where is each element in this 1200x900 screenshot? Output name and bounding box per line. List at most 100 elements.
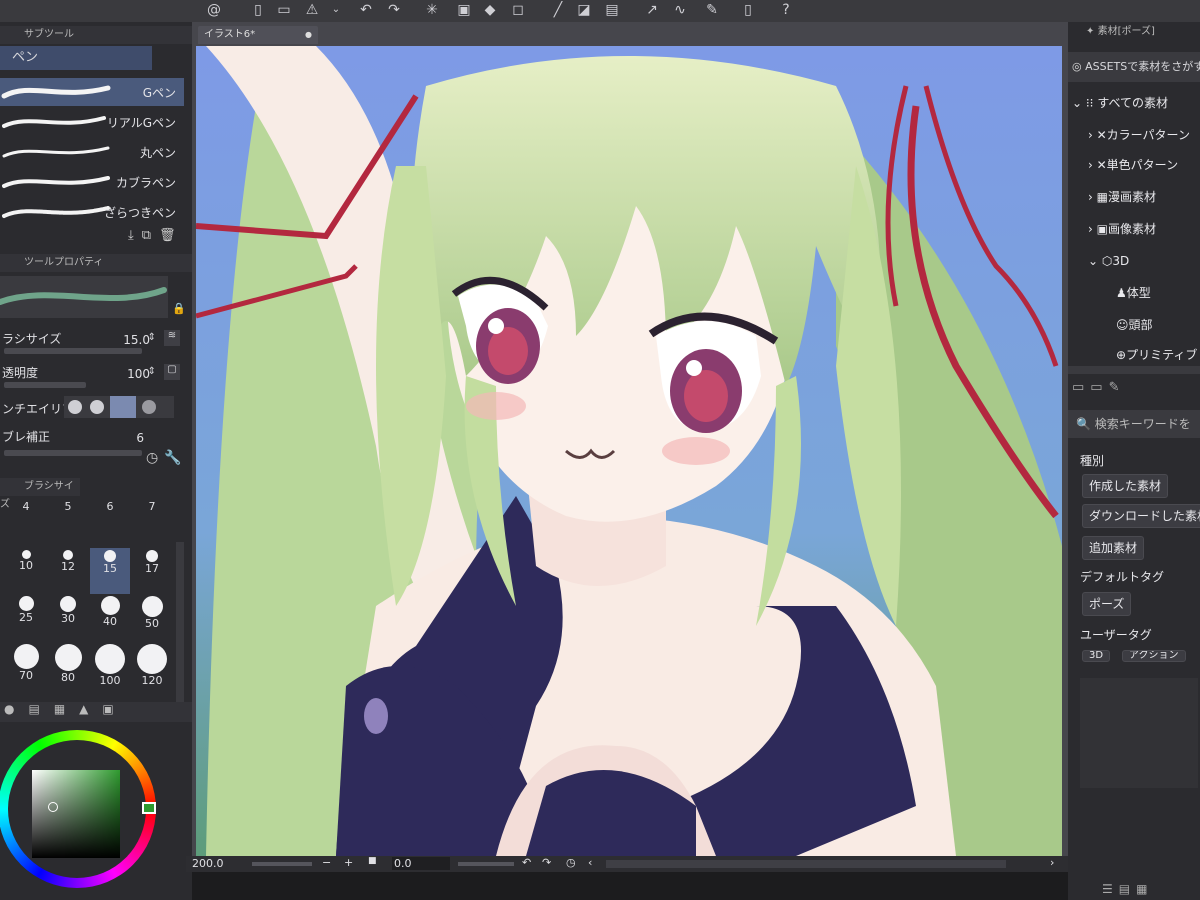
assets-search-button[interactable]: ◎ ASSETSで素材をさがす — [1068, 52, 1200, 82]
redo-icon[interactable]: ↷ — [384, 1, 404, 19]
brush-size-option[interactable]: 40 — [90, 596, 130, 642]
brush-size-row[interactable]: ラシサイズ 15.0 ⇕ ≋ — [0, 328, 184, 358]
illustration-canvas[interactable] — [196, 46, 1062, 856]
hue-handle[interactable] — [142, 802, 156, 814]
color-set-tab-icon[interactable]: ▦ — [54, 702, 79, 716]
zoom-in-icon[interactable]: + — [344, 856, 353, 869]
warning-icon[interactable]: ⚠ — [302, 1, 322, 19]
antialias-strong-icon[interactable] — [142, 400, 156, 414]
brush-item-round-pen[interactable]: 丸ペン — [0, 138, 184, 166]
thumbnail-icon[interactable]: ▤ — [1119, 882, 1136, 896]
created-materials-button[interactable]: 作成した素材 — [1082, 474, 1169, 498]
download-icon[interactable]: ⤓ — [128, 228, 142, 243]
loading-icon[interactable]: ✳ — [422, 1, 442, 19]
rotation-slider[interactable] — [458, 862, 514, 866]
antialias-row[interactable]: ンチエイリアス — [0, 394, 184, 420]
list-view-icon[interactable]: ☰ — [1102, 882, 1119, 896]
trash-icon[interactable]: 🗑 — [159, 228, 184, 243]
brush-size-option[interactable]: 25 — [6, 596, 46, 642]
brush-size-option[interactable]: 15 — [90, 548, 130, 594]
new-icon[interactable]: ▯ — [248, 1, 268, 19]
tree-item-primitive[interactable]: ⊕プリミティブ — [1068, 342, 1200, 368]
tree-item-all-materials[interactable]: ⌄ ⁝⁝ すべての素材 — [1068, 90, 1200, 116]
rotate-left-icon[interactable]: ↶ — [522, 856, 531, 869]
wrench-icon[interactable]: 🔧 — [164, 450, 187, 466]
detail-icon[interactable]: ▦ — [1136, 882, 1153, 896]
tree-item-color-pattern[interactable]: › ✕カラーパターン — [1068, 122, 1200, 148]
brush-size-option[interactable]: 100 — [90, 644, 130, 690]
scroll-right-icon[interactable]: › — [1050, 856, 1054, 869]
scroll-left-icon[interactable]: ‹ — [588, 856, 592, 869]
color-slider-tab-icon[interactable]: ▤ — [28, 702, 53, 716]
tree-item-mono-pattern[interactable]: › ✕単色パターン — [1068, 152, 1200, 178]
brush-size-option[interactable]: 120 — [132, 644, 172, 690]
pressure-toggle-icon[interactable]: ≋ — [164, 330, 180, 346]
fit-icon[interactable]: ■ — [368, 856, 377, 866]
color-wheel[interactable] — [0, 730, 156, 888]
brush-size-option[interactable]: 4 — [6, 500, 46, 546]
zoom-slider[interactable] — [252, 862, 312, 866]
brush-size-value[interactable]: 15.0 — [123, 333, 150, 347]
antialias-medium-icon[interactable] — [110, 396, 136, 418]
reset-rotation-icon[interactable]: ◷ — [566, 856, 576, 869]
tree-item-image[interactable]: › ▣画像素材 — [1068, 216, 1200, 242]
opacity-row[interactable]: 透明度 100 ⇕ ▢ — [0, 362, 184, 392]
fill-icon[interactable]: ◆ — [480, 1, 500, 19]
antialias-weak-icon[interactable] — [90, 400, 104, 414]
rotation-value[interactable]: 0.0 — [392, 857, 450, 870]
brush-size-option[interactable]: 12 — [48, 548, 88, 594]
tree-item-3d[interactable]: ⌄ ⬡3D — [1068, 248, 1200, 274]
saturation-value-square[interactable] — [32, 770, 120, 858]
horizontal-scrollbar[interactable] — [606, 860, 1006, 868]
undo-icon[interactable]: ↶ — [356, 1, 376, 19]
transform-icon[interactable]: ◻ — [508, 1, 528, 19]
intermediate-tab-icon[interactable]: ▲ — [79, 702, 102, 716]
stabilization-slider[interactable] — [4, 450, 142, 456]
antialias-options[interactable] — [64, 396, 174, 418]
brush-item-rough-pen[interactable]: ざらつきペン — [0, 198, 184, 226]
new-folder-icon[interactable]: ▭ — [1090, 380, 1108, 395]
zoom-value[interactable]: 200.0 — [192, 857, 224, 870]
stepper-icon[interactable]: ⇕ — [148, 332, 156, 343]
folder-icon[interactable]: ▭ — [1072, 380, 1090, 395]
open-icon[interactable]: ▭ — [274, 1, 294, 19]
smoothing-icon[interactable]: ∿ — [670, 1, 690, 19]
dropdown-icon[interactable]: ⌄ — [326, 1, 346, 19]
subtool-group-tab[interactable]: ペン — [0, 46, 152, 70]
material-search-field[interactable]: 🔍 検索キーワードを — [1068, 410, 1200, 438]
stepper-icon[interactable]: ⇕ — [148, 366, 156, 377]
brush-size-option[interactable]: 30 — [48, 596, 88, 642]
brush-size-option[interactable]: 70 — [6, 644, 46, 690]
rotate-right-icon[interactable]: ↷ — [542, 856, 551, 869]
ruler-icon[interactable]: ▤ — [602, 1, 622, 19]
stabilization-value[interactable]: 6 — [136, 431, 144, 445]
zoom-out-icon[interactable]: − — [322, 856, 331, 869]
opacity-value[interactable]: 100 — [127, 367, 150, 381]
brush-size-option[interactable]: 7 — [132, 500, 172, 546]
tablet-icon[interactable]: ▯ — [738, 1, 758, 19]
size-grid-scrollbar[interactable] — [176, 542, 184, 702]
tree-item-head[interactable]: ☺頭部 — [1068, 312, 1200, 338]
brush-size-slider[interactable] — [4, 348, 142, 354]
tree-item-manga[interactable]: › ▦漫画素材 — [1068, 184, 1200, 210]
snap-icon[interactable]: ╱ — [548, 1, 568, 19]
tree-scrollbar[interactable] — [1068, 366, 1200, 374]
pen-pressure-icon[interactable]: ↗ — [642, 1, 662, 19]
clear-icon[interactable]: ▣ — [454, 1, 474, 19]
duplicate-icon[interactable]: ⧉ — [142, 228, 159, 243]
opacity-slider[interactable] — [4, 382, 86, 388]
tree-item-body[interactable]: ♟体型 — [1068, 280, 1200, 306]
brush-size-option[interactable]: 5 — [48, 500, 88, 546]
grid-icon[interactable]: ◪ — [574, 1, 594, 19]
brush-item-kabura-pen[interactable]: カブラペン — [0, 168, 184, 196]
brush-item-real-g-pen[interactable]: リアルGペン — [0, 108, 184, 136]
brush-size-option[interactable]: 6 — [90, 500, 130, 546]
pose-tag-button[interactable]: ポーズ — [1082, 592, 1132, 616]
brush-size-option[interactable]: 80 — [48, 644, 88, 690]
user-tag-3d-button[interactable]: 3D — [1082, 650, 1111, 662]
close-tab-icon[interactable]: ● — [305, 26, 312, 44]
opacity-mode-icon[interactable]: ▢ — [164, 364, 180, 380]
edit-folder-icon[interactable]: ✎ — [1109, 380, 1126, 395]
color-picker-cursor[interactable] — [48, 802, 58, 812]
spiral-logo-icon[interactable]: @ — [204, 1, 224, 19]
